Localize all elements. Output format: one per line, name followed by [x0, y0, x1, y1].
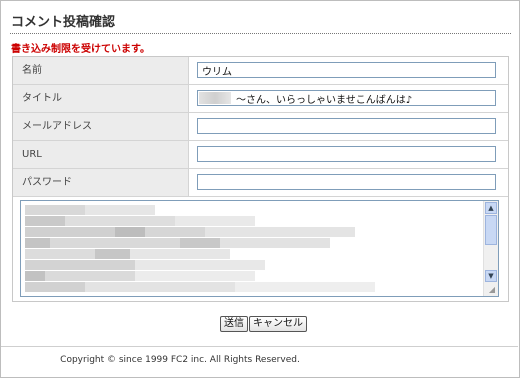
title-field[interactable]	[197, 90, 496, 106]
copyright-text: Copyright © since 1999 FC2 inc. All Righ…	[60, 355, 300, 365]
title-row: タイトル	[13, 85, 508, 113]
redacted-text	[25, 282, 85, 292]
password-label: パスワード	[13, 169, 189, 196]
redacted-patch	[199, 92, 231, 104]
redacted-text	[25, 227, 115, 237]
redacted-text	[25, 260, 135, 270]
redacted-text	[95, 249, 130, 259]
title-divider	[10, 33, 511, 34]
redacted-text	[145, 227, 205, 237]
name-field[interactable]	[197, 62, 496, 78]
name-label: 名前	[13, 57, 189, 84]
footer-divider	[1, 346, 518, 347]
comment-body-textarea[interactable]: ▲ ▼ ◢	[20, 200, 499, 297]
title-label: タイトル	[13, 85, 189, 112]
redacted-text	[220, 238, 330, 248]
redacted-text	[25, 249, 95, 259]
redacted-text	[180, 238, 220, 248]
name-row: 名前	[13, 57, 508, 85]
redacted-text	[135, 271, 255, 281]
redacted-text	[65, 216, 175, 226]
resize-grip-icon[interactable]: ◢	[487, 285, 497, 295]
scroll-up-icon[interactable]: ▲	[485, 202, 497, 214]
redacted-text	[45, 271, 135, 281]
cancel-button[interactable]: キャンセル	[249, 316, 307, 332]
textarea-scrollbar[interactable]: ▲ ▼	[483, 201, 498, 296]
redacted-text	[50, 238, 180, 248]
redacted-text	[115, 227, 145, 237]
email-label: メールアドレス	[13, 113, 189, 140]
restriction-warning: 書き込み制限を受けています。	[11, 44, 150, 55]
redacted-text	[175, 216, 255, 226]
password-row: パスワード	[13, 169, 508, 197]
password-field[interactable]	[197, 174, 496, 190]
redacted-text	[235, 282, 375, 292]
email-field[interactable]	[197, 118, 496, 134]
redacted-text	[205, 227, 355, 237]
comment-form: 名前 タイトル メールアドレス URL パスワード	[12, 56, 509, 302]
redacted-text	[25, 205, 85, 215]
redacted-text	[135, 260, 265, 270]
submit-button[interactable]: 送信	[220, 316, 248, 332]
redacted-text	[85, 282, 235, 292]
redacted-text	[25, 271, 45, 281]
redacted-text	[85, 205, 155, 215]
email-row: メールアドレス	[13, 113, 508, 141]
scroll-down-icon[interactable]: ▼	[485, 270, 497, 282]
url-label: URL	[13, 141, 189, 168]
url-row: URL	[13, 141, 508, 169]
scroll-thumb[interactable]	[485, 215, 497, 245]
url-field[interactable]	[197, 146, 496, 162]
page-title: コメント投稿確認	[11, 15, 116, 30]
redacted-text	[130, 249, 230, 259]
redacted-text	[25, 238, 50, 248]
redacted-text	[25, 216, 65, 226]
